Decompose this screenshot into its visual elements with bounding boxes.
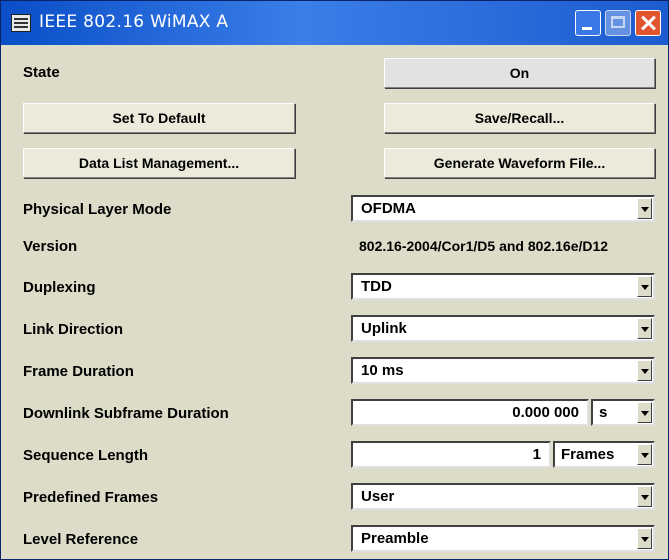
set-to-default-button[interactable]: Set To Default [23, 103, 295, 133]
wimax-window: IEEE 802.16 WiMAX A State On Set To Defa… [0, 0, 669, 560]
generate-waveform-file-button[interactable]: Generate Waveform File... [384, 148, 655, 178]
data-list-management-button[interactable]: Data List Management... [23, 148, 295, 178]
frame-duration-value: 10 ms [361, 362, 404, 379]
downlink-subframe-duration-label: Downlink Subframe Duration [23, 405, 229, 422]
chevron-down-icon[interactable] [637, 486, 652, 507]
maximize-icon[interactable] [605, 10, 631, 36]
link-direction-label: Link Direction [23, 321, 124, 338]
sequence-length-label: Sequence Length [23, 447, 149, 464]
state-on-button[interactable]: On [384, 58, 655, 88]
physical-layer-mode-select[interactable]: OFDMA [351, 195, 655, 222]
save-recall-button[interactable]: Save/Recall... [384, 103, 655, 133]
physical-layer-mode-value: OFDMA [361, 200, 416, 217]
state-label: State [23, 64, 60, 81]
frame-duration-select[interactable]: 10 ms [351, 357, 655, 384]
downlink-subframe-duration-input[interactable]: 0.000 000 [351, 399, 589, 426]
level-reference-select[interactable]: Preamble [351, 525, 655, 552]
predefined-frames-value: User [361, 488, 395, 505]
duplexing-value: TDD [361, 278, 392, 295]
version-value: 802.16-2004/Cor1/D5 and 802.16e/D12 [359, 238, 609, 254]
predefined-frames-label: Predefined Frames [23, 489, 159, 506]
link-direction-value: Uplink [361, 320, 407, 337]
app-icon[interactable] [11, 14, 31, 32]
sequence-length-unit-select[interactable]: Frames [553, 441, 655, 468]
window-title: IEEE 802.16 WiMAX A [39, 12, 229, 32]
chevron-down-icon[interactable] [637, 318, 652, 339]
predefined-frames-select[interactable]: User [351, 483, 655, 510]
physical-layer-mode-label: Physical Layer Mode [23, 201, 172, 218]
level-reference-value: Preamble [361, 530, 429, 547]
chevron-down-icon[interactable] [637, 360, 652, 381]
level-reference-label: Level Reference [23, 531, 139, 548]
minimize-icon[interactable] [575, 10, 601, 36]
sequence-length-value: 1 [532, 446, 541, 463]
link-direction-select[interactable]: Uplink [351, 315, 655, 342]
title-bar[interactable]: IEEE 802.16 WiMAX A [1, 1, 668, 45]
chevron-down-icon[interactable] [637, 276, 652, 297]
chevron-down-icon[interactable] [637, 402, 652, 423]
sequence-length-unit-value: Frames [561, 446, 615, 463]
version-label: Version [23, 238, 78, 255]
downlink-subframe-duration-value: 0.000 000 [512, 404, 579, 421]
duplexing-select[interactable]: TDD [351, 273, 655, 300]
downlink-subframe-unit-value: s [599, 404, 608, 421]
downlink-subframe-unit-select[interactable]: s [591, 399, 655, 426]
chevron-down-icon[interactable] [637, 528, 652, 549]
chevron-down-icon[interactable] [637, 444, 652, 465]
chevron-down-icon[interactable] [637, 198, 652, 219]
close-icon[interactable] [635, 10, 661, 36]
frame-duration-label: Frame Duration [23, 363, 134, 380]
duplexing-label: Duplexing [23, 279, 96, 296]
sequence-length-input[interactable]: 1 [351, 441, 551, 468]
